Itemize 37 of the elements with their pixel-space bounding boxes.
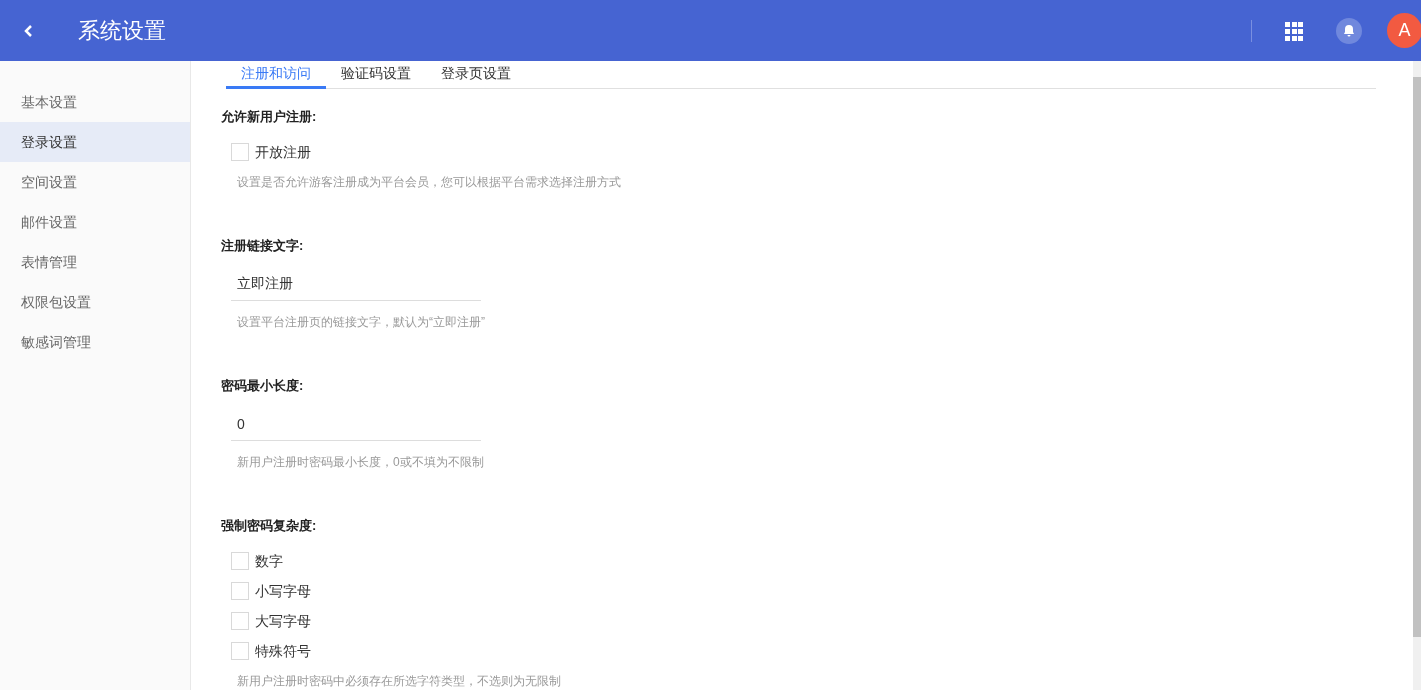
scrollbar[interactable] xyxy=(1413,61,1421,690)
checkbox-label: 数字 xyxy=(255,551,283,571)
sidebar-item[interactable]: 敏感词管理 xyxy=(0,322,190,362)
notification-button[interactable] xyxy=(1336,17,1362,44)
checkbox-label: 开放注册 xyxy=(255,142,311,162)
checkbox-label: 小写字母 xyxy=(255,581,311,601)
sidebar-item[interactable]: 登录设置 xyxy=(0,122,190,162)
checkbox[interactable] xyxy=(231,552,249,570)
section-title: 允许新用户注册: xyxy=(221,108,318,126)
sidebar-item[interactable]: 空间设置 xyxy=(0,162,190,202)
checkbox[interactable] xyxy=(231,582,249,600)
hint-text: 设置平台注册页的链接文字，默认为“立即注册” xyxy=(236,314,486,331)
checkbox[interactable] xyxy=(231,143,249,161)
chevron-left-icon xyxy=(23,23,33,38)
text-field[interactable]: 0 xyxy=(231,407,481,441)
page-title: 系统设置 xyxy=(78,17,166,45)
tab[interactable]: 验证码设置 xyxy=(326,61,426,89)
checkbox[interactable] xyxy=(231,642,249,660)
hint-text: 新用户注册时密码最小长度，0或不填为不限制 xyxy=(236,454,485,471)
text-field[interactable]: 立即注册 xyxy=(231,267,481,301)
checkbox-label: 特殊符号 xyxy=(255,641,311,661)
tab[interactable]: 注册和访问 xyxy=(226,61,326,89)
hint-text: 新用户注册时密码中必须存在所选字符类型，不选则为无限制 xyxy=(236,673,562,690)
hint-text: 设置是否允许游客注册成为平台会员，您可以根据平台需求选择注册方式 xyxy=(236,174,622,191)
sidebar-item[interactable]: 基本设置 xyxy=(0,82,190,122)
section-title: 注册链接文字: xyxy=(221,237,305,255)
apps-grid-button[interactable] xyxy=(1285,21,1303,40)
section-title: 密码最小长度: xyxy=(221,377,305,395)
sidebar-item[interactable]: 表情管理 xyxy=(0,242,190,282)
checkbox-label: 大写字母 xyxy=(255,611,311,631)
section-title: 强制密码复杂度: xyxy=(221,517,318,535)
sidebar-item[interactable]: 邮件设置 xyxy=(0,202,190,242)
sidebar-item[interactable]: 权限包设置 xyxy=(0,282,190,322)
bell-icon xyxy=(1343,24,1355,37)
tab[interactable]: 登录页设置 xyxy=(426,61,526,89)
user-avatar[interactable]: A xyxy=(1387,13,1421,48)
checkbox[interactable] xyxy=(231,612,249,630)
